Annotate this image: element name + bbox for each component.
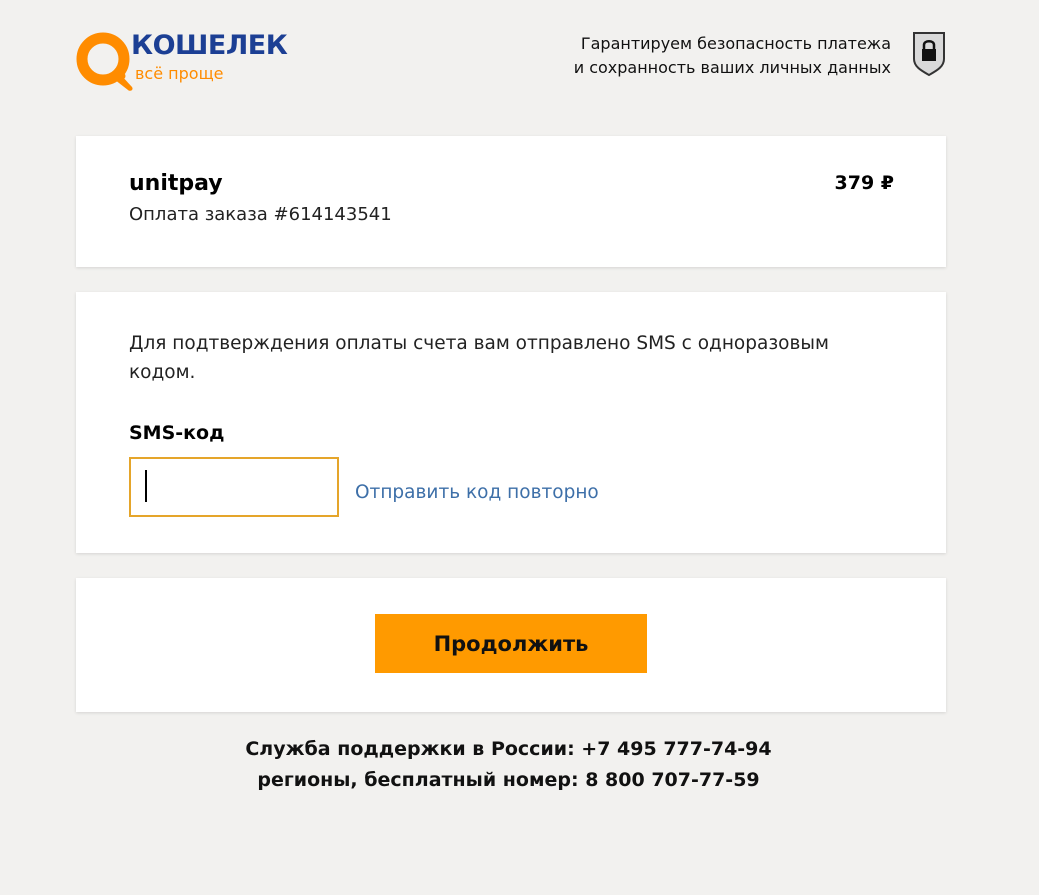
qiwi-logo-icon xyxy=(76,32,133,91)
order-summary-card: unitpay Оплата заказа #614143541 379 ₽ xyxy=(76,136,946,267)
guarantee-line-2: и сохранность ваших личных данных xyxy=(573,58,891,77)
shield-lock-icon xyxy=(913,32,945,77)
order-amount: 379 ₽ xyxy=(834,172,895,194)
merchant-name: unitpay xyxy=(129,171,223,196)
continue-button[interactable]: Продолжить xyxy=(375,614,647,673)
logo-title: КОШЕЛЕК xyxy=(131,30,288,61)
sms-info-text: Для подтверждения оплаты счета вам отпра… xyxy=(129,333,829,383)
submit-card: Продолжить xyxy=(76,578,946,712)
order-description: Оплата заказа #614143541 xyxy=(129,204,392,225)
logo-tagline: всё проще xyxy=(135,64,224,83)
qiwi-wallet-logo[interactable]: КОШЕЛЕК всё проще xyxy=(76,28,296,96)
sms-confirmation-card: Для подтверждения оплаты счета вам отпра… xyxy=(76,292,946,553)
support-info: Служба поддержки в России: +7 495 777-74… xyxy=(0,734,1017,796)
support-line-russia: Служба поддержки в России: +7 495 777-74… xyxy=(245,738,772,760)
payment-page: КОШЕЛЕК всё проще Гарантируем безопаснос… xyxy=(0,0,1039,895)
guarantee-line-1: Гарантируем безопасность платежа xyxy=(580,34,891,53)
sms-code-label: SMS-код xyxy=(129,422,225,444)
resend-code-link[interactable]: Отправить код повторно xyxy=(355,482,599,503)
support-line-regions: регионы, бесплатный номер: 8 800 707-77-… xyxy=(257,769,760,791)
security-guarantee-text: Гарантируем безопасность платежа и сохра… xyxy=(551,32,891,80)
sms-code-input[interactable] xyxy=(129,457,339,517)
text-cursor xyxy=(145,470,147,502)
